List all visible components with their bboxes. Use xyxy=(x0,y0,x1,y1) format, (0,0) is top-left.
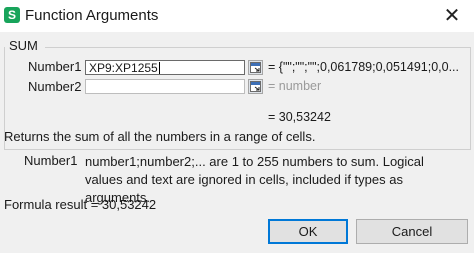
function-result: = 30,53242 xyxy=(268,110,331,124)
title-bar: S Function Arguments ✕ xyxy=(0,0,474,32)
number1-input[interactable]: XP9:XP1255 xyxy=(85,60,245,75)
number1-result: = {"";"";"";0,061789;0,051491;0,0... xyxy=(268,60,460,74)
spreadsheet-app-icon: S xyxy=(4,7,20,23)
number2-placeholder: = number xyxy=(268,79,322,93)
number2-range-select-button[interactable] xyxy=(248,79,263,94)
text-caret xyxy=(158,62,160,74)
number1-input-value: XP9:XP1255 xyxy=(89,61,158,75)
number2-input[interactable] xyxy=(85,79,245,94)
formula-result: Formula result = 30,53242 xyxy=(4,197,157,212)
window-title: Function Arguments xyxy=(25,7,159,24)
help-argument-label: Number1 xyxy=(24,153,78,168)
range-select-icon xyxy=(250,62,261,73)
function-description: Returns the sum of all the numbers in a … xyxy=(4,129,316,144)
ok-button[interactable]: OK xyxy=(268,219,348,244)
number2-label: Number2 xyxy=(28,79,82,94)
number1-label: Number1 xyxy=(28,59,82,74)
range-select-icon xyxy=(250,81,261,92)
number1-range-select-button[interactable] xyxy=(248,60,263,75)
close-icon[interactable]: ✕ xyxy=(440,4,464,28)
cancel-button[interactable]: Cancel xyxy=(356,219,468,244)
